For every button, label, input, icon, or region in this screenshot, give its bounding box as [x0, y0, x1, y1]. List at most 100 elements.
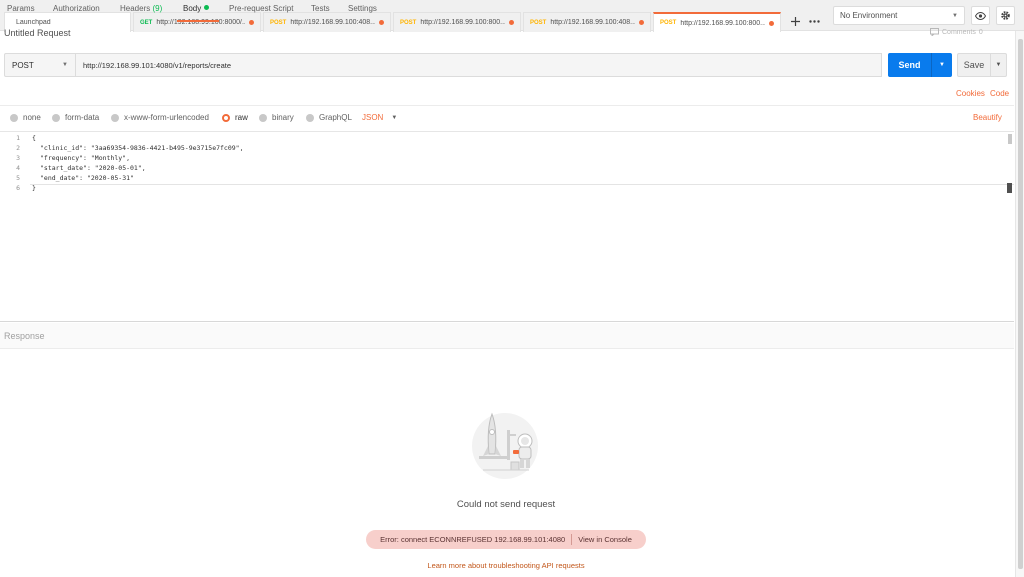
- unsaved-dot: [379, 20, 384, 25]
- request-title[interactable]: Untitled Request: [4, 28, 71, 38]
- chevron-down-icon: ▼: [391, 114, 398, 121]
- tab-tests[interactable]: Tests: [311, 4, 330, 22]
- radio-button[interactable]: [111, 113, 119, 122]
- raw-format-select[interactable]: JSON ▼: [362, 113, 397, 122]
- plus-icon: [790, 17, 800, 26]
- editor-scrollbar-thumb[interactable]: [1008, 134, 1012, 144]
- code-line: "start_date": "2020-05-01",: [40, 164, 146, 172]
- tab-headers[interactable]: Headers (9): [120, 4, 162, 22]
- send-options-chevron-icon[interactable]: ▼: [932, 62, 952, 68]
- could-not-send-message: Could not send request: [456, 499, 556, 510]
- response-header: [0, 323, 1014, 349]
- option-label: form-data: [65, 113, 100, 122]
- json-key: "clinic_id": [40, 144, 84, 152]
- json-key: "end_date": [40, 174, 80, 182]
- environment-quick-look-button[interactable]: [971, 6, 990, 25]
- request-subtabs: [0, 84, 1014, 106]
- add-tab-button[interactable]: [786, 12, 804, 31]
- manage-environments-button[interactable]: [996, 6, 1015, 25]
- unsaved-dot: [769, 20, 774, 26]
- json-value: "Monthly",: [90, 154, 131, 162]
- tab-url: http://192.168.99.100:800...: [420, 19, 505, 26]
- body-option-form-data[interactable]: form-data: [52, 113, 99, 122]
- error-banner: Error: connect ECONNREFUSED 192.168.99.1…: [366, 530, 646, 549]
- unsaved-dot: [639, 20, 644, 25]
- send-button[interactable]: Send ▼: [888, 53, 952, 77]
- environment-label: No Environment: [840, 11, 898, 20]
- line-number: 3: [16, 154, 20, 162]
- radio-button[interactable]: [259, 113, 267, 122]
- gear-icon: [1001, 11, 1010, 20]
- request-tab[interactable]: POST http://192.168.99.100:800...: [393, 12, 521, 32]
- chevron-down-icon: ▼: [952, 12, 958, 19]
- body-indicator-dot: [204, 5, 210, 10]
- code-link[interactable]: Code: [990, 89, 1009, 98]
- tab-options-button[interactable]: [805, 12, 823, 31]
- line-number: 5: [16, 174, 20, 182]
- option-label: x-www-form-urlencoded: [124, 113, 209, 122]
- body-option-raw[interactable]: raw: [222, 113, 248, 122]
- radio-button[interactable]: [10, 113, 18, 122]
- code-line: "end_date": "2020-05-31": [40, 174, 134, 182]
- tab-body[interactable]: Body: [177, 4, 219, 22]
- tab-url: http://192.168.99.100:408...: [550, 19, 635, 26]
- tab-method: POST: [660, 20, 677, 26]
- code-line: {: [32, 134, 36, 142]
- url-input[interactable]: [76, 53, 882, 77]
- divider: [571, 534, 573, 545]
- body-option-graphql[interactable]: GraphQL: [306, 113, 352, 122]
- body-option-none[interactable]: none: [10, 113, 41, 122]
- line-number: 1: [16, 134, 20, 142]
- body-option-binary[interactable]: binary: [259, 113, 294, 122]
- tab-method: POST: [400, 19, 417, 26]
- tab-authorization[interactable]: Authorization: [53, 4, 100, 22]
- cookies-link[interactable]: Cookies: [956, 89, 985, 98]
- radio-button-selected[interactable]: [222, 113, 230, 122]
- save-options-chevron-icon[interactable]: ▼: [991, 62, 1006, 68]
- request-tab[interactable]: POST http://192.168.99.100:408...: [523, 12, 651, 32]
- save-label: Save: [963, 60, 985, 70]
- body-option-urlencoded[interactable]: x-www-form-urlencoded: [111, 113, 209, 122]
- comments-count: 0: [978, 28, 983, 36]
- comments-label: Comments: [942, 28, 976, 36]
- line-number-gutter: 1 2 3 4 5 6: [0, 132, 26, 321]
- option-label: binary: [272, 113, 294, 122]
- active-line-guide: [30, 184, 1014, 185]
- tab-settings[interactable]: Settings: [348, 4, 377, 22]
- tab-method: POST: [530, 19, 547, 26]
- tab-url: http://192.168.99.100:800...: [680, 19, 765, 27]
- editor-text-cursor: [1007, 183, 1012, 193]
- response-title: Response: [4, 331, 45, 341]
- app-scrollbar-thumb[interactable]: [1018, 39, 1023, 569]
- line-number: 6: [16, 184, 20, 192]
- tab-params[interactable]: Params: [7, 4, 35, 22]
- unsaved-dot: [509, 20, 514, 25]
- comments-button[interactable]: Comments 0: [930, 28, 983, 36]
- code-line: "clinic_id": "3aa69354-9836-4421-b495-9e…: [40, 144, 244, 152]
- request-tab-active[interactable]: POST http://192.168.99.100:800...: [653, 12, 781, 32]
- headers-count: (9): [152, 4, 163, 13]
- ellipsis-icon: [808, 20, 820, 23]
- error-text: Error: connect ECONNREFUSED 192.168.99.1…: [380, 535, 566, 544]
- method-select[interactable]: POST ▼: [4, 53, 76, 77]
- option-label: none: [23, 113, 41, 122]
- tab-pre-request-script[interactable]: Pre-request Script: [229, 4, 293, 22]
- code-line: "frequency": "Monthly",: [40, 154, 131, 162]
- json-value: "3aa69354-9836-4421-b495-9e3715e7fc09",: [90, 144, 244, 152]
- json-key: "start_date": [40, 164, 87, 172]
- option-label: GraphQL: [319, 113, 352, 122]
- save-button[interactable]: Save ▼: [957, 53, 1007, 77]
- raw-format-label: JSON: [362, 113, 384, 122]
- rocket-astronaut-illustration: [467, 410, 547, 482]
- rocket-icon: [472, 412, 538, 479]
- environment-select[interactable]: No Environment ▼: [833, 6, 965, 25]
- radio-button[interactable]: [306, 113, 314, 122]
- troubleshooting-link[interactable]: Learn more about troubleshooting API req…: [0, 561, 1012, 570]
- tab-headers-label: Headers: [120, 4, 151, 13]
- beautify-link[interactable]: Beautify: [973, 113, 1002, 122]
- app-scrollbar[interactable]: [1015, 31, 1024, 577]
- json-value: "2020-05-01",: [94, 164, 146, 172]
- view-in-console-link[interactable]: View in Console: [578, 535, 632, 544]
- radio-button[interactable]: [52, 113, 60, 122]
- body-code-editor[interactable]: 1 2 3 4 5 6 { "clinic_id": "3aa69354-983…: [0, 131, 1014, 322]
